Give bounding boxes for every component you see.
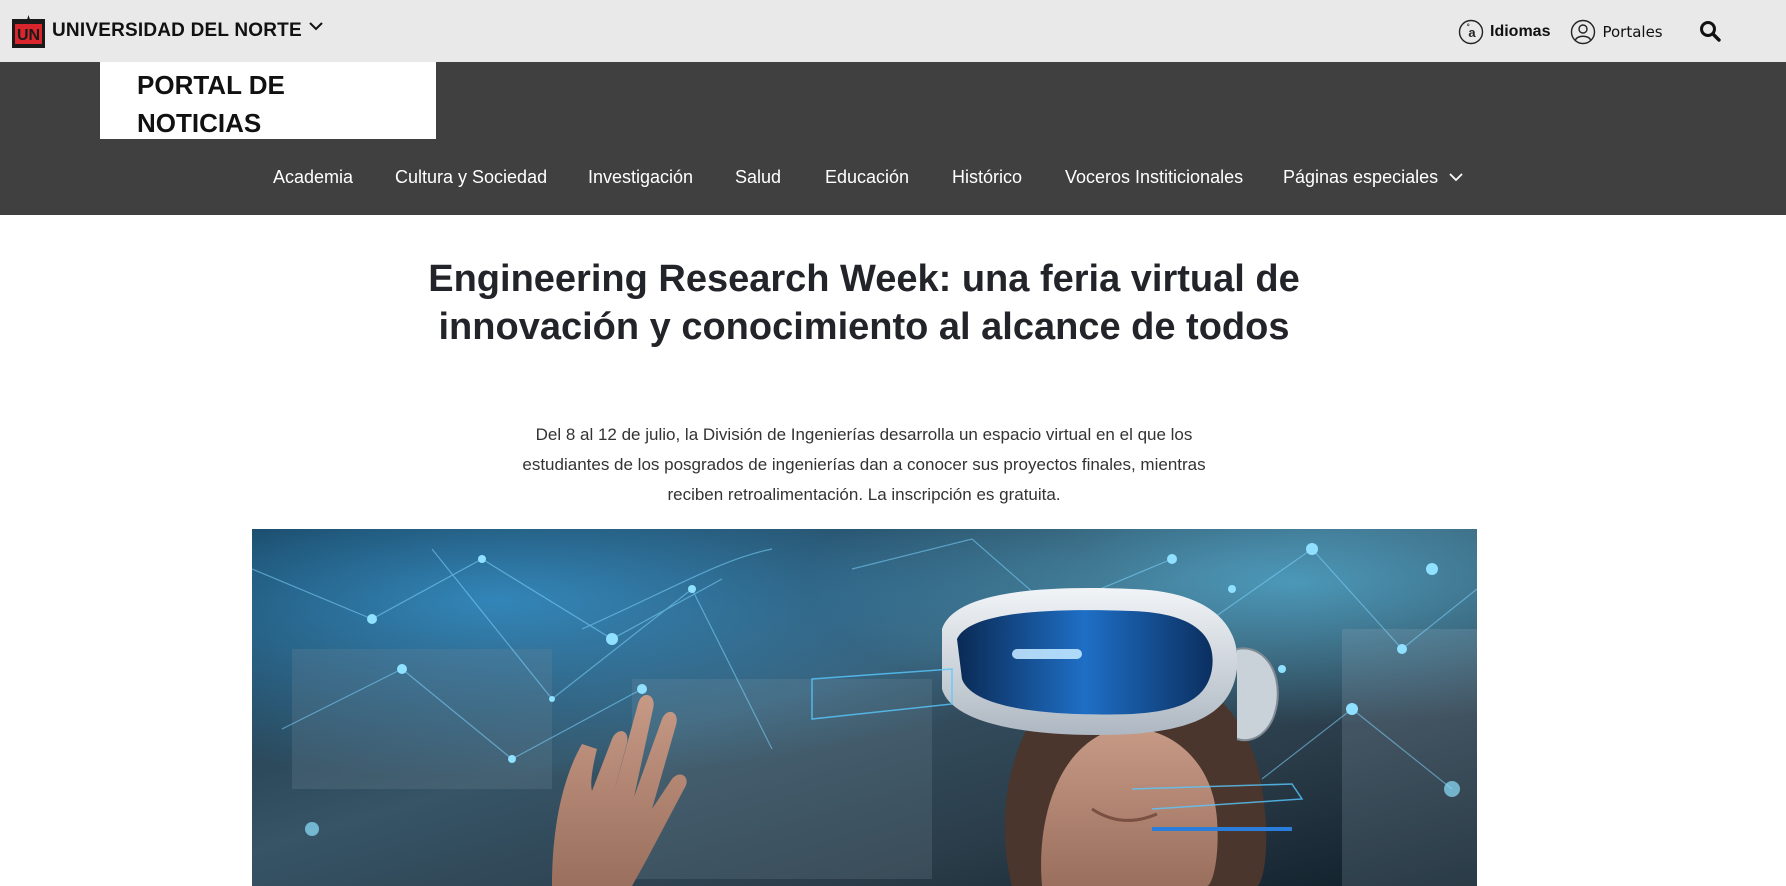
nav-item-investigacion[interactable]: Investigación — [588, 158, 693, 196]
nav-label: Educación — [825, 167, 910, 187]
nav-item-paginas-especiales[interactable]: Páginas especiales — [1283, 158, 1464, 196]
article-lead: Del 8 al 12 de julio, la División de Ing… — [522, 425, 1206, 504]
chevron-down-icon — [1449, 173, 1463, 182]
portal-title-box[interactable]: PORTAL DE NOTICIAS — [100, 62, 436, 139]
nav-label: Histórico — [952, 167, 1023, 187]
un-logo-icon: UN — [12, 14, 45, 48]
nav-item-educacion[interactable]: Educación — [825, 158, 909, 196]
nav-item-voceros[interactable]: Voceros Institicionales — [1065, 158, 1243, 196]
nav-label: Páginas especiales — [1283, 167, 1439, 187]
nav-label: Cultura y Sociedad — [395, 167, 548, 187]
nav-item-salud[interactable]: Salud — [735, 158, 781, 196]
user-icon — [1571, 19, 1596, 45]
chevron-down-icon — [309, 22, 323, 31]
university-brand-menu[interactable]: UN UNIVERSIDAD DEL NORTE — [12, 14, 324, 48]
vr-headset-woman-network-image — [252, 529, 1477, 886]
nav-label: Investigación — [588, 167, 694, 187]
language-icon: ° a — [1458, 19, 1484, 45]
portal-title: PORTAL DE NOTICIAS — [137, 70, 285, 138]
portals-label: Portales — [1602, 23, 1663, 41]
search-icon[interactable] — [1698, 19, 1722, 43]
languages-link[interactable]: ° a Idiomas — [1458, 19, 1550, 45]
nav-label: Academia — [273, 167, 354, 187]
portals-link[interactable]: Portales — [1570, 19, 1663, 45]
nav-label: Voceros Institicionales — [1065, 167, 1244, 187]
nav-item-cultura-sociedad[interactable]: Cultura y Sociedad — [395, 158, 547, 196]
nav-item-historico[interactable]: Histórico — [952, 158, 1022, 196]
hero-image[interactable] — [252, 529, 1477, 886]
svg-text:a: a — [1468, 25, 1476, 40]
article-title: Engineering Research Week: una feria vir… — [428, 258, 1300, 348]
nav-item-academia[interactable]: Academia — [273, 158, 353, 196]
top-actions: ° a Idiomas Portales — [1458, 16, 1663, 48]
brand-name: UNIVERSIDAD DEL NORTE — [52, 20, 302, 41]
languages-label: Idiomas — [1490, 23, 1551, 40]
nav-label: Salud — [735, 167, 782, 187]
svg-text:UN: UN — [17, 27, 40, 44]
main-nav: Academia Cultura y Sociedad Investigació… — [0, 158, 1786, 196]
top-bar: UN UNIVERSIDAD DEL NORTE ° a Idiomas Por… — [0, 0, 1786, 62]
